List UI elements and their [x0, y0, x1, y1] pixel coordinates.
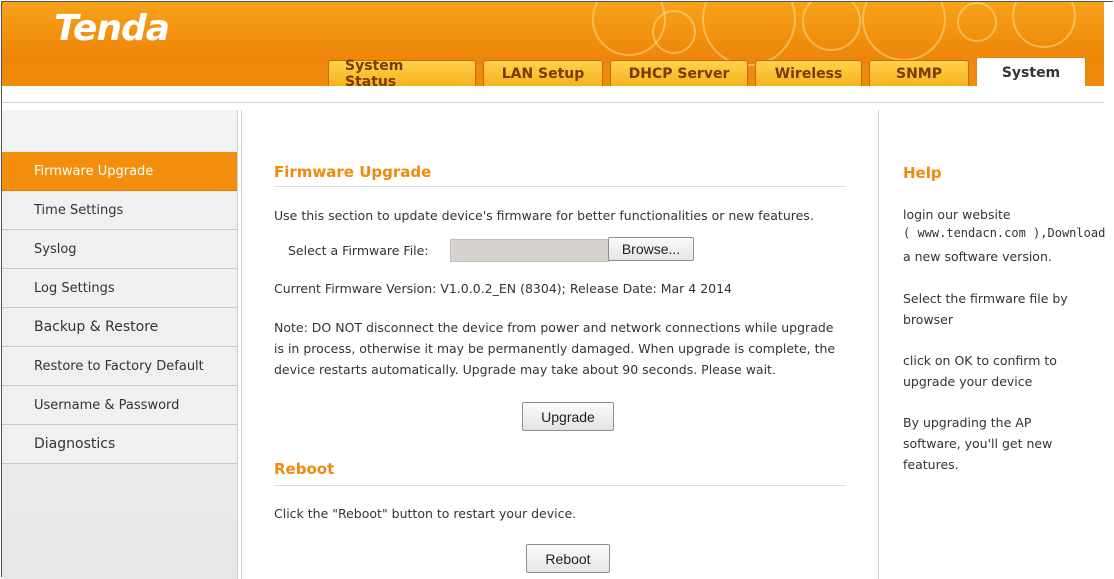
decor-bubble	[1012, 2, 1076, 48]
help-text: login our website	[903, 207, 1011, 222]
tenda-logo: Tenda	[54, 8, 170, 49]
sidebar-item-syslog[interactable]: Syslog	[2, 230, 237, 269]
help-text: By upgrading the AP	[903, 415, 1032, 430]
firmware-file-label: Select a Firmware File:	[288, 243, 429, 258]
divider	[274, 186, 846, 187]
upgrade-button[interactable]: Upgrade	[522, 402, 614, 431]
header-bar: Tenda System Status LAN Setup DHCP Serve…	[2, 2, 1104, 86]
sidebar-item-backup-restore[interactable]: Backup & Restore	[2, 308, 237, 347]
help-text: Select the firmware file by	[903, 291, 1068, 306]
help-text: upgrade your device	[903, 374, 1033, 389]
app-frame: Tenda System Status LAN Setup DHCP Serve…	[1, 1, 1114, 579]
main-content: Firmware Upgrade Use this section to upd…	[241, 110, 879, 579]
help-website-link[interactable]: ( www.tendacn.com ),Download	[903, 223, 1105, 244]
divider	[274, 485, 846, 486]
reboot-section-title: Reboot	[274, 460, 335, 478]
tab-system-status[interactable]: System Status	[328, 58, 476, 86]
tab-lan-setup[interactable]: LAN Setup	[483, 60, 603, 86]
sidebar-item-username-password[interactable]: Username & Password	[2, 386, 237, 425]
current-firmware-version: Current Firmware Version: V1.0.0.2_EN (8…	[274, 281, 733, 296]
sidebar: Firmware Upgrade Time Settings Syslog Lo…	[2, 110, 238, 579]
help-text: software, you'll get new	[903, 436, 1053, 451]
decor-bubble	[802, 2, 861, 51]
browse-button[interactable]: Browse...	[608, 237, 694, 261]
decor-bubble	[652, 10, 696, 54]
help-text: click on OK to confirm to	[903, 353, 1057, 368]
tab-wireless[interactable]: Wireless	[755, 60, 862, 86]
sidebar-item-log-settings[interactable]: Log Settings	[2, 269, 237, 308]
sidebar-item-firmware-upgrade[interactable]: Firmware Upgrade	[2, 152, 237, 191]
reboot-instructions: Click the "Reboot" button to restart you…	[274, 506, 577, 521]
help-text: a new software version.	[903, 249, 1052, 264]
upgrade-note-line: device restarts automatically. Upgrade m…	[274, 362, 776, 377]
help-title: Help	[903, 164, 942, 182]
tab-dhcp-server[interactable]: DHCP Server	[610, 60, 748, 86]
upgrade-note-line: is in process, otherwise it may be perma…	[274, 341, 836, 356]
tab-system[interactable]: System	[976, 57, 1086, 86]
help-panel: Help login our website ( www.tendacn.com…	[879, 110, 1114, 579]
sidebar-item-time-settings[interactable]: Time Settings	[2, 191, 237, 230]
decor-bubble	[702, 2, 796, 66]
tab-snmp[interactable]: SNMP	[869, 60, 969, 86]
firmware-section-title: Firmware Upgrade	[274, 163, 432, 181]
sidebar-item-diagnostics[interactable]: Diagnostics	[2, 425, 237, 464]
upgrade-note-line: Note: DO NOT disconnect the device from …	[274, 320, 834, 335]
decor-bubble	[957, 2, 997, 42]
reboot-button[interactable]: Reboot	[526, 544, 610, 573]
firmware-file-input[interactable]	[450, 239, 610, 262]
help-text: browser	[903, 312, 954, 327]
help-text: features.	[903, 457, 959, 472]
sidebar-item-restore-factory-default[interactable]: Restore to Factory Default	[2, 347, 237, 386]
firmware-intro-text: Use this section to update device's firm…	[274, 208, 814, 223]
header-spacer	[2, 86, 1104, 94]
header-divider	[2, 94, 1104, 103]
top-nav-tabs: System Status LAN Setup DHCP Server Wire…	[328, 57, 1086, 86]
decor-bubble	[862, 2, 946, 61]
